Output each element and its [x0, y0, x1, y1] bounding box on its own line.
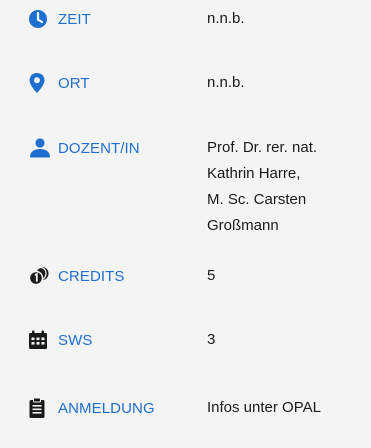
label-text: ZEIT: [58, 10, 91, 28]
label-lecturer: DOZENT/IN: [28, 137, 140, 159]
value-line: Infos unter OPAL: [207, 399, 321, 416]
value-line: 3: [207, 331, 216, 348]
person-icon: [28, 137, 52, 159]
clock-icon: [28, 8, 52, 30]
coins-icon: [28, 265, 52, 287]
label-text: ANMELDUNG: [58, 399, 155, 417]
label-location: ORT: [28, 72, 90, 94]
label-registration: ANMELDUNG: [28, 397, 155, 419]
label-sws: SWS: [28, 329, 92, 351]
value-registration: Infos unter OPAL: [207, 397, 371, 423]
value-line: 5: [207, 267, 216, 284]
label-text: DOZENT/IN: [58, 139, 140, 157]
value-sws: 3: [207, 329, 371, 355]
value-line: Großmann: [207, 217, 279, 234]
value-line: n.n.b.: [207, 74, 245, 91]
value-line: M. Sc. Carsten: [207, 191, 307, 208]
value-credits: 5: [207, 265, 371, 291]
value-time: n.n.b.: [207, 8, 371, 34]
calendar-icon: [28, 329, 52, 351]
value-line: Prof. Dr. rer. nat.: [207, 139, 318, 156]
label-credits: CREDITS: [28, 265, 125, 287]
value-line: Kathrin Harre,: [207, 165, 301, 182]
map-pin-icon: [28, 72, 52, 94]
value-line: n.n.b.: [207, 10, 245, 27]
clipboard-icon: [28, 397, 52, 419]
label-text: SWS: [58, 331, 93, 349]
label-text: CREDITS: [58, 267, 125, 285]
value-location: n.n.b.: [207, 72, 371, 98]
course-info-panel: ZEIT n.n.b. ORT n.n.b. DOZENT/IN Prof. D…: [0, 0, 371, 448]
label-time: ZEIT: [28, 8, 91, 30]
value-lecturer: Prof. Dr. rer. nat. Kathrin Harre, M. Sc…: [207, 137, 371, 241]
label-text: ORT: [58, 74, 90, 92]
